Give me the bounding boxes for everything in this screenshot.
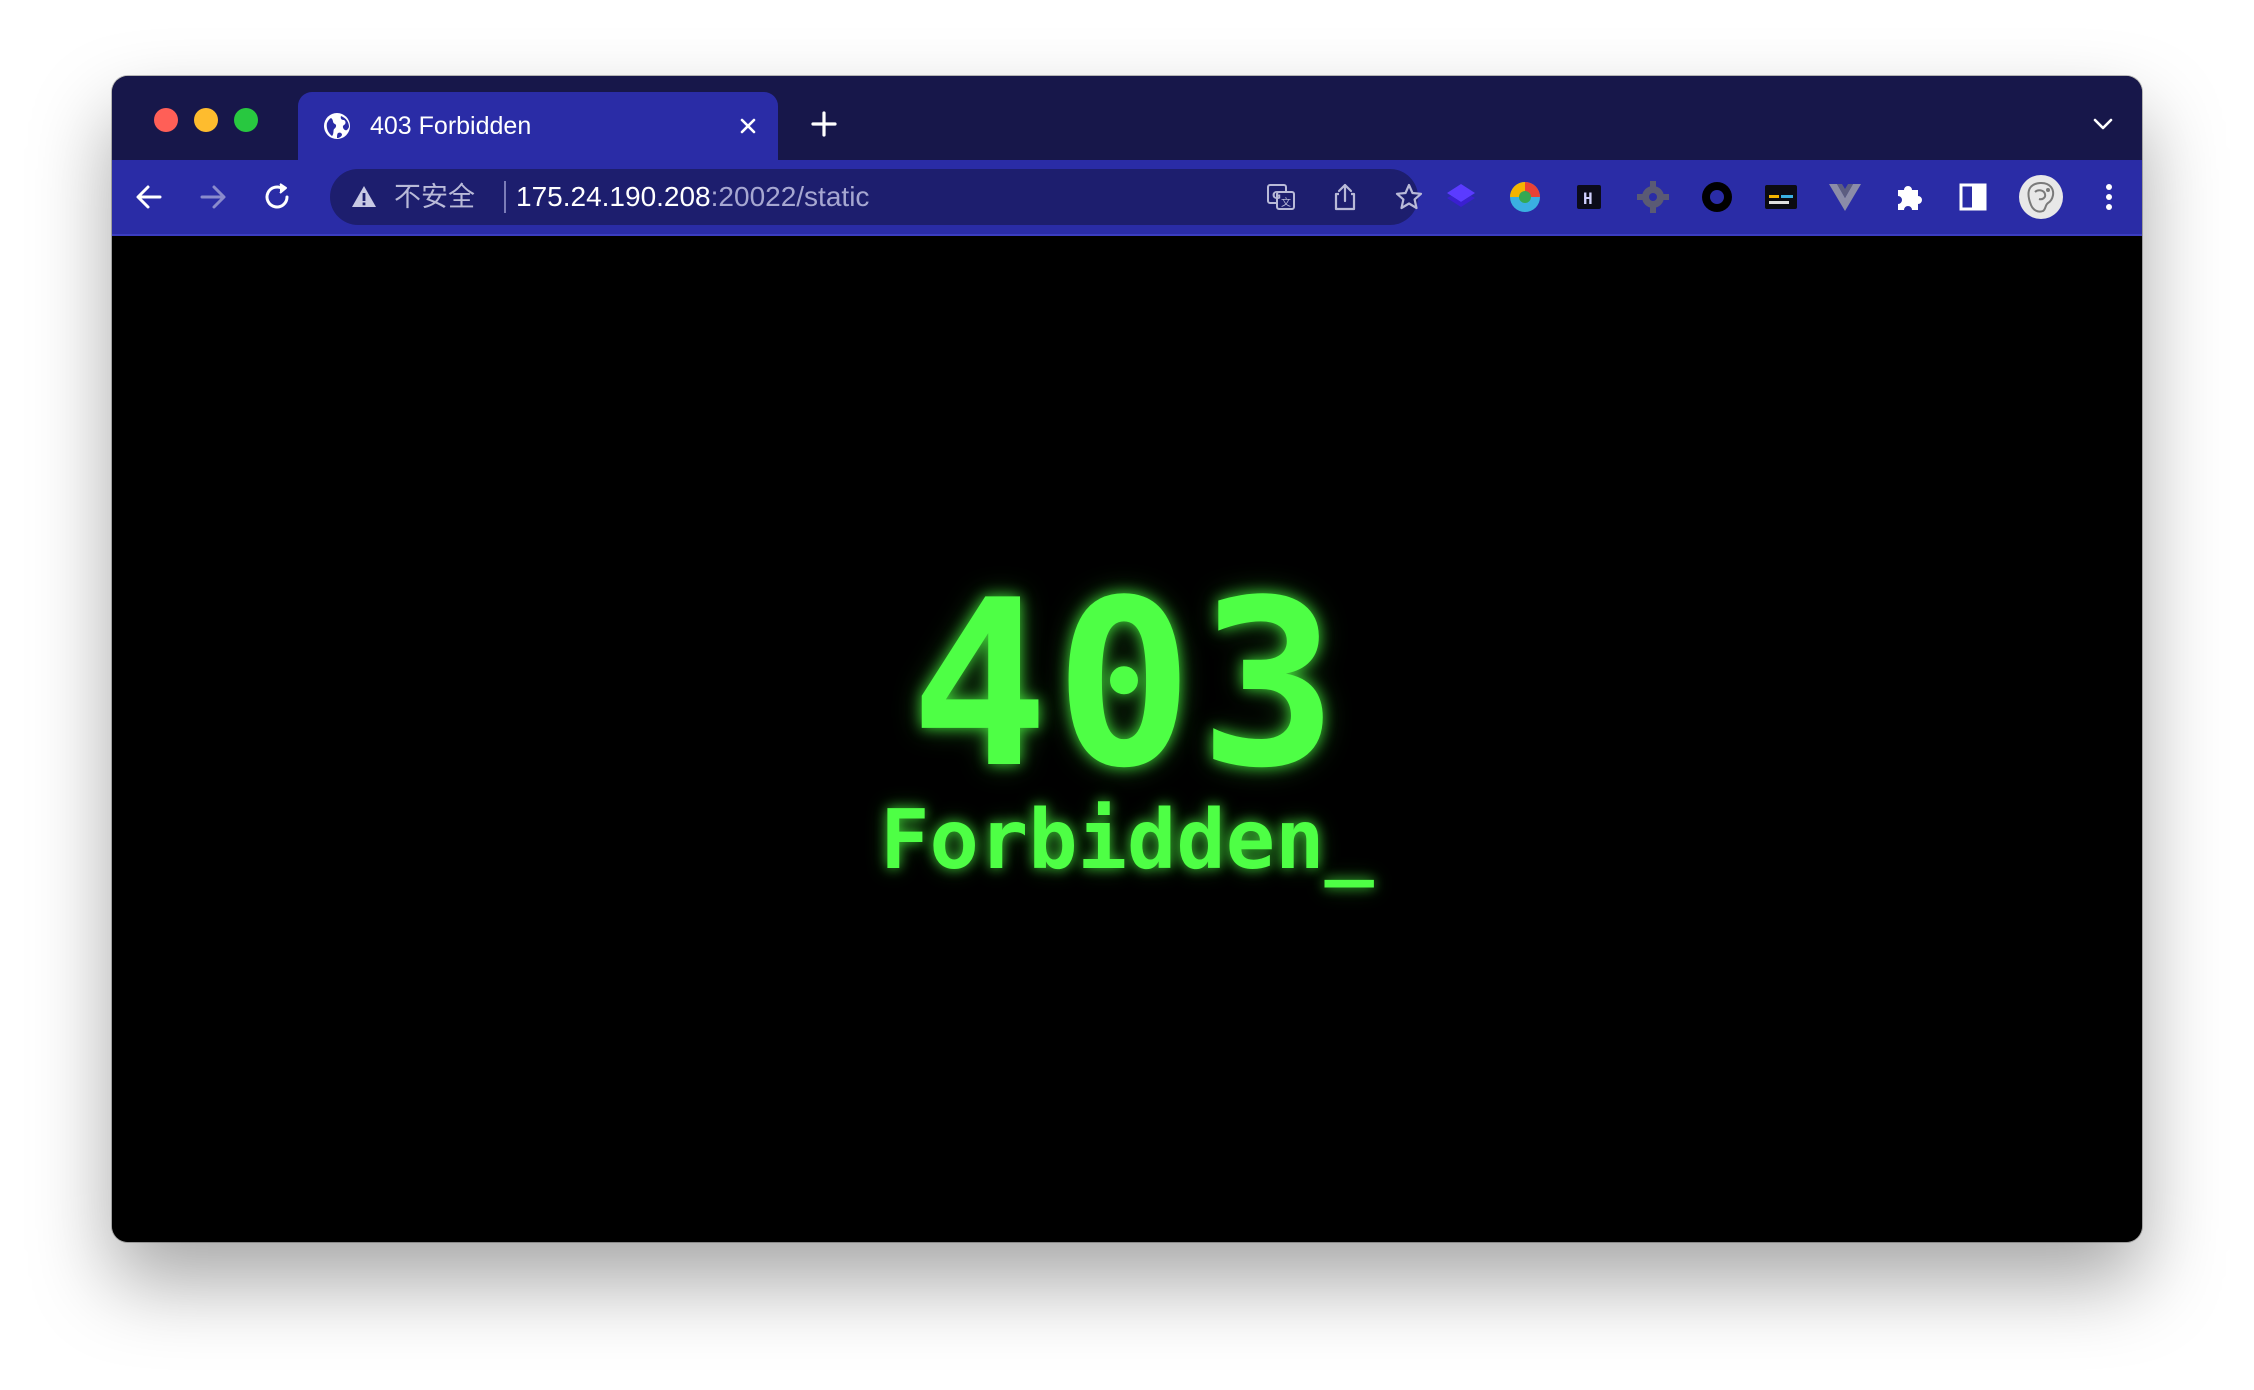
address-bar[interactable]: 不安全 175.24.190.208:20022/static G 文	[330, 169, 1423, 225]
error-message: Forbidden_	[880, 793, 1374, 888]
h-extension-icon[interactable]: H	[1570, 178, 1608, 216]
translate-icon[interactable]: G 文	[1266, 182, 1296, 212]
tab-active[interactable]: 403 Forbidden	[298, 92, 778, 160]
layers-extension-icon[interactable]	[1442, 178, 1480, 216]
toolbar: 不安全 175.24.190.208:20022/static G 文 H	[112, 160, 2142, 236]
svg-text:G: G	[1272, 189, 1281, 202]
svg-text:H: H	[1583, 189, 1593, 208]
menu-kebab-icon[interactable]	[2090, 178, 2128, 216]
share-icon[interactable]	[1330, 182, 1360, 212]
close-window-button[interactable]	[154, 108, 178, 132]
colorful-extension-icon[interactable]	[1506, 178, 1544, 216]
reload-icon[interactable]	[258, 178, 296, 216]
zoom-window-button[interactable]	[234, 108, 258, 132]
warning-icon[interactable]	[350, 183, 378, 211]
back-arrow-icon[interactable]	[130, 178, 168, 216]
error-code: 403	[910, 552, 1344, 819]
sidepanel-icon[interactable]	[1954, 178, 1992, 216]
bookmark-star-icon[interactable]	[1394, 182, 1424, 212]
globe-icon	[324, 113, 350, 139]
not-secure-label[interactable]: 不安全	[394, 181, 475, 213]
url-path: :20022/static	[710, 181, 870, 212]
omnibox-divider	[504, 181, 506, 213]
new-tab-icon[interactable]	[808, 108, 840, 140]
url-text[interactable]: 175.24.190.208:20022/static	[516, 180, 869, 214]
circle-extension-icon[interactable]	[1698, 178, 1736, 216]
page-content: 403 Forbidden_	[112, 236, 2142, 1242]
puzzle-icon[interactable]	[1890, 178, 1928, 216]
vue-extension-icon[interactable]	[1826, 178, 1864, 216]
forward-arrow-icon[interactable]	[194, 178, 232, 216]
tab-title: 403 Forbidden	[370, 112, 532, 140]
url-host: 175.24.190.208	[516, 181, 711, 212]
terminal-extension-icon[interactable]	[1762, 178, 1800, 216]
gear-extension-icon[interactable]	[1634, 178, 1672, 216]
svg-text:文: 文	[1281, 196, 1291, 209]
browser-window: 403 Forbidden 不安全 175.24.190.208:20022/s…	[112, 76, 2142, 1242]
tab-strip: 403 Forbidden	[112, 76, 2142, 160]
chevron-down-icon[interactable]	[2090, 112, 2116, 136]
close-tab-icon[interactable]	[734, 112, 762, 140]
minimize-window-button[interactable]	[194, 108, 218, 132]
profile-avatar[interactable]	[2018, 174, 2064, 220]
